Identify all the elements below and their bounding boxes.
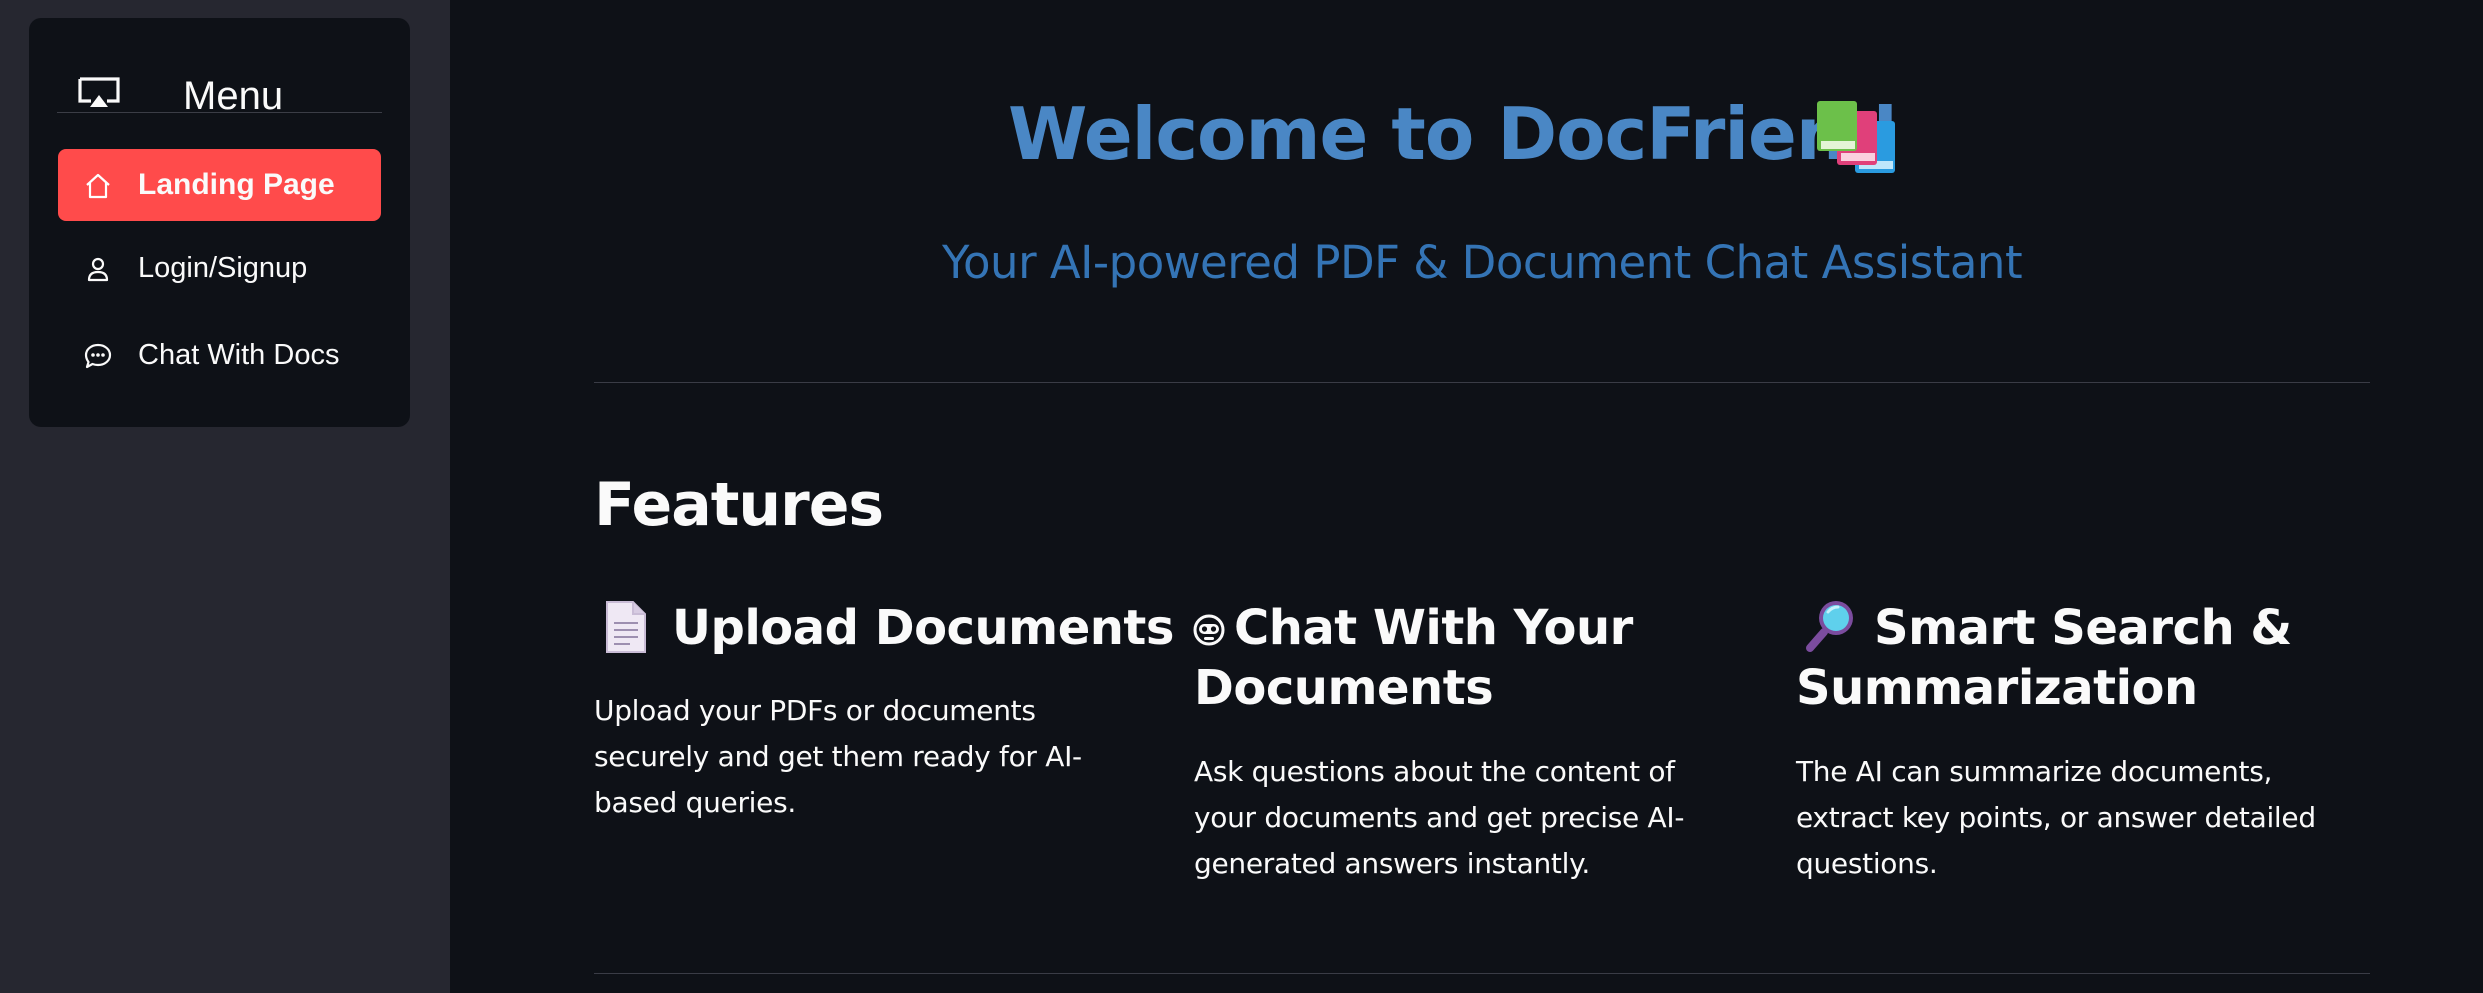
- menu-header: Menu: [57, 50, 382, 118]
- feature-title-line2: Documents: [1194, 660, 1494, 716]
- books-icon: [1817, 101, 1895, 173]
- feature-description: Upload your PDFs or documents securely a…: [594, 694, 1082, 819]
- sidebar-item-label: Chat With Docs: [138, 339, 340, 371]
- feature-title: Chat With Your: [1234, 600, 1633, 656]
- page-subtitle: Your AI-powered PDF & Document Chat Assi…: [942, 236, 2023, 289]
- page-title: Welcome to DocFriend: [1008, 92, 1898, 176]
- feature-description: The AI can summarize documents, extract …: [1796, 755, 2316, 880]
- feature-title: Smart Search &: [1874, 600, 2292, 656]
- divider: [594, 382, 2370, 383]
- sidebar-item-login-signup[interactable]: Login/Signup: [58, 232, 381, 304]
- sidebar-item-landing-page[interactable]: Landing Page: [58, 149, 381, 221]
- house-icon: [86, 173, 110, 199]
- navigation-menu: Menu Landing Page Login/Signup Chat With…: [29, 18, 410, 427]
- feature-title: Upload Documents: [672, 600, 1174, 656]
- sidebar-item-label: Login/Signup: [138, 252, 308, 284]
- features-heading: Features: [594, 470, 884, 540]
- document-icon: [606, 601, 646, 653]
- chat-bubble-icon: [84, 343, 112, 369]
- person-icon: [87, 257, 109, 282]
- menu-title: Menu: [183, 74, 284, 118]
- sidebar-item-label: Landing Page: [138, 168, 335, 201]
- feature-description: Ask questions about the content of your …: [1194, 755, 1685, 880]
- sidebar-item-chat-with-docs[interactable]: Chat With Docs: [58, 319, 381, 391]
- feature-title-line2: Summarization: [1796, 660, 2198, 716]
- sidebar: Menu Landing Page Login/Signup Chat With…: [0, 0, 450, 993]
- robot-icon: [1193, 614, 1225, 646]
- magnifying-glass-icon: [1806, 601, 1853, 652]
- cast-icon: [78, 77, 120, 107]
- divider: [594, 973, 2370, 974]
